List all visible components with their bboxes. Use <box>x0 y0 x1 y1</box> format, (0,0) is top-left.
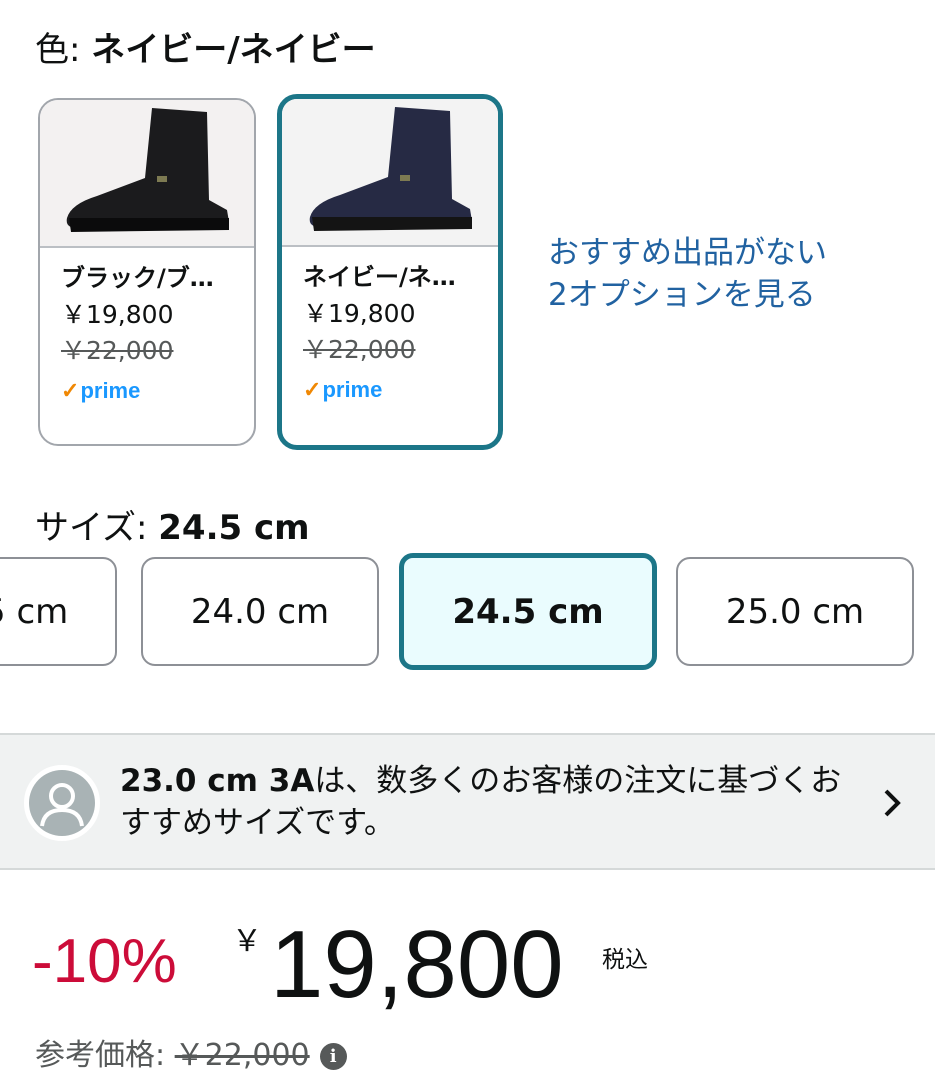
reference-price-value: ￥22,000 <box>174 1038 310 1073</box>
color-label: 色: <box>35 30 92 70</box>
size-option-24-5[interactable]: 24.5 cm <box>399 553 657 670</box>
product-image-navy <box>282 99 498 247</box>
price-amount: 19,800 <box>270 911 564 1018</box>
size-option-25-0[interactable]: 25.0 cm <box>676 557 914 666</box>
product-image-black <box>40 100 254 248</box>
offers-link-line2: 2オプションを見る <box>548 277 816 313</box>
reference-price: 参考価格: ￥22,000 i <box>35 1036 347 1076</box>
swatch-name: ブラック/ブ… <box>61 264 214 292</box>
chevron-right-icon <box>880 783 910 823</box>
swatch-price: ￥19,800 <box>303 299 416 328</box>
size-option-24-0[interactable]: 24.0 cm <box>141 557 379 666</box>
prime-badge: ✓prime <box>303 377 383 402</box>
boot-icon <box>66 108 229 232</box>
currency-symbol: ￥ <box>232 925 262 958</box>
size-selection-header: サイズ: 24.5 cm <box>35 506 310 550</box>
user-icon <box>40 783 84 827</box>
color-selection-header: 色: ネイビー/ネイビー <box>35 28 376 72</box>
swatch-price: ￥19,800 <box>61 300 174 329</box>
size-label: サイズ: <box>35 508 159 548</box>
discount-percent: -10% <box>32 927 177 996</box>
size-option-partial[interactable]: 5 cm <box>0 557 117 666</box>
swatch-list-price: ￥22,000 <box>61 336 174 365</box>
color-swatch-black[interactable]: ブラック/ブ… ￥19,800 ￥22,000 ✓prime <box>38 98 256 446</box>
swatch-name: ネイビー/ネ… <box>303 263 456 291</box>
prime-badge: ✓prime <box>61 378 141 403</box>
boot-icon <box>309 107 472 231</box>
prime-check-icon: ✓ <box>61 378 80 403</box>
avatar <box>24 765 100 841</box>
selected-size-value: 24.5 cm <box>158 508 310 548</box>
tax-note: 税込 <box>602 947 648 973</box>
recommendation-text: 23.0 cm 3Aは、数多くのお客様の注文に基づくおすすめサイズです。 <box>120 763 842 841</box>
reference-price-label: 参考価格: <box>35 1038 175 1073</box>
see-options-link[interactable]: おすすめ出品がない 2オプションを見る <box>548 232 888 316</box>
offers-link-line1: おすすめ出品がない <box>548 235 827 271</box>
color-swatch-navy[interactable]: ネイビー/ネ… ￥19,800 ￥22,000 ✓prime <box>277 94 503 450</box>
selected-color-value: ネイビー/ネイビー <box>91 30 376 70</box>
swatch-list-price: ￥22,000 <box>303 335 416 364</box>
prime-check-icon: ✓ <box>303 377 322 402</box>
info-icon[interactable]: i <box>319 1043 347 1070</box>
size-recommendation-banner[interactable]: 23.0 cm 3Aは、数多くのお客様の注文に基づくおすすめサイズです。 <box>0 733 935 870</box>
